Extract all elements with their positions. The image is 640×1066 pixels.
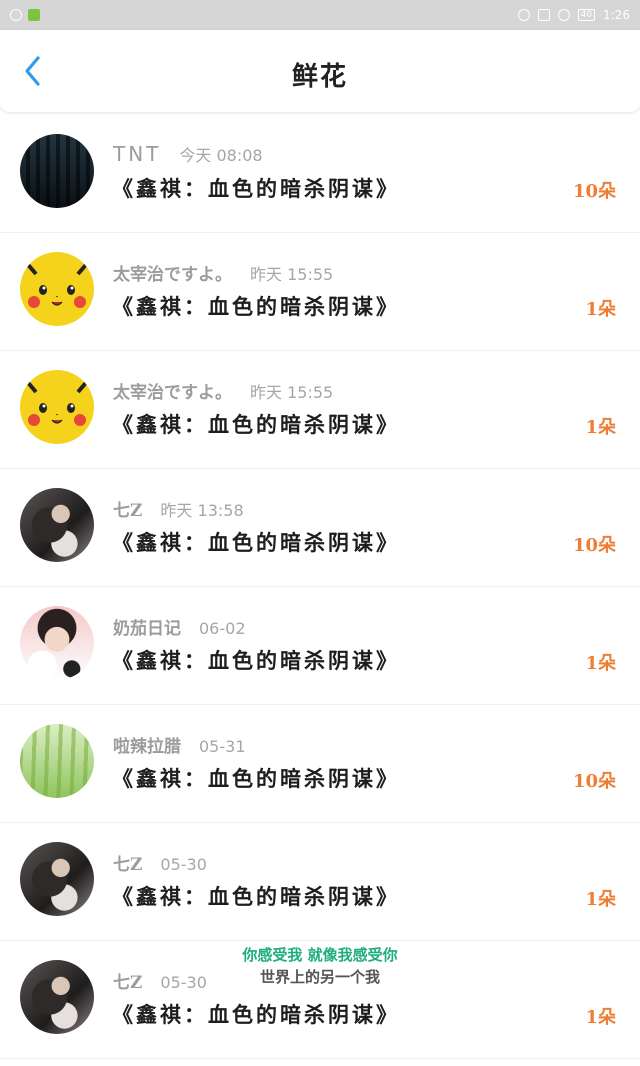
flower-count: 1朵 <box>585 889 616 910</box>
username[interactable]: 太宰治ですよ。 <box>113 260 232 285</box>
flower-count: 10朵 <box>572 535 616 556</box>
name-line: TNT 今天 08:08 <box>113 142 263 166</box>
name-line: 太宰治ですよ。 昨天 15:55 <box>113 260 333 285</box>
book-title: 《鑫祺：血色的暗杀阴谋》 <box>112 648 400 673</box>
username[interactable]: 太宰治ですよ。 <box>113 378 232 403</box>
username[interactable]: 七Z <box>113 850 142 875</box>
avatar[interactable] <box>20 134 94 208</box>
header: 鲜花 <box>0 30 640 112</box>
timestamp: 昨天 13:58 <box>160 501 244 520</box>
name-line: 啦辣拉腊 05-31 <box>113 732 246 757</box>
page-title: 鲜花 <box>291 62 348 92</box>
book-title: 《鑫祺：血色的暗杀阴谋》 <box>112 530 400 555</box>
app-notification-icon <box>28 9 40 21</box>
avatar[interactable] <box>20 488 94 562</box>
vibrate-icon <box>537 9 550 21</box>
list-item[interactable]: 七Z 昨天 13:58 《鑫祺：血色的暗杀阴谋》 10朵 <box>0 469 640 587</box>
username[interactable]: 奶茄日记 <box>113 614 181 639</box>
battery-icon: 40 <box>577 9 596 21</box>
flower-list: TNT 今天 08:08 《鑫祺：血色的暗杀阴谋》 10朵 太宰治ですよ。 昨天 15:5… <box>0 115 640 1059</box>
flower-count: 10朵 <box>572 771 616 792</box>
flower-count: 1朵 <box>585 417 616 438</box>
flower-count: 10朵 <box>572 181 616 202</box>
list-item[interactable]: TNT 今天 08:08 《鑫祺：血色的暗杀阴谋》 10朵 <box>0 115 640 233</box>
avatar[interactable] <box>20 724 94 798</box>
alarm-icon <box>517 9 530 21</box>
name-line: 七Z 05-30 <box>113 850 207 875</box>
book-title: 《鑫祺：血色的暗杀阴谋》 <box>112 884 400 909</box>
username[interactable]: TNT <box>113 142 161 166</box>
book-title: 《鑫祺：血色的暗杀阴谋》 <box>112 176 400 201</box>
list-item[interactable]: 奶茄日记 06-02 《鑫祺：血色的暗杀阴谋》 1朵 <box>0 587 640 705</box>
flower-count: 1朵 <box>585 653 616 674</box>
name-line: 七Z 05-30 <box>113 968 207 993</box>
moon-icon <box>557 9 570 21</box>
book-title: 《鑫祺：血色的暗杀阴谋》 <box>112 412 400 437</box>
name-line: 七Z 昨天 13:58 <box>113 496 244 521</box>
wifi-icon <box>10 9 22 21</box>
list-item[interactable]: 太宰治ですよ。 昨天 15:55 《鑫祺：血色的暗杀阴谋》 1朵 <box>0 351 640 469</box>
status-time: 1:26 <box>603 8 630 22</box>
book-title: 《鑫祺：血色的暗杀阴谋》 <box>112 294 400 319</box>
book-title: 《鑫祺：血色的暗杀阴谋》 <box>112 766 400 791</box>
username[interactable]: 七Z <box>113 968 142 993</box>
avatar[interactable] <box>20 842 94 916</box>
book-title: 《鑫祺：血色的暗杀阴谋》 <box>112 1002 400 1027</box>
list-item[interactable]: 七Z 05-30 《鑫祺：血色的暗杀阴谋》 1朵 <box>0 823 640 941</box>
list-item[interactable]: 太宰治ですよ。 昨天 15:55 《鑫祺：血色的暗杀阴谋》 1朵 <box>0 233 640 351</box>
flower-count: 1朵 <box>585 1007 616 1028</box>
timestamp: 昨天 15:55 <box>250 383 334 402</box>
timestamp: 05-31 <box>199 737 246 756</box>
avatar[interactable] <box>20 252 94 326</box>
avatar[interactable] <box>20 960 94 1034</box>
list-item[interactable]: 七Z 05-30 《鑫祺：血色的暗杀阴谋》 1朵 <box>0 941 640 1059</box>
timestamp: 05-30 <box>160 973 207 992</box>
status-left <box>10 9 40 21</box>
username[interactable]: 七Z <box>113 496 142 521</box>
timestamp: 今天 08:08 <box>179 146 263 165</box>
status-bar: 40 1:26 <box>0 0 640 30</box>
flower-count: 1朵 <box>585 299 616 320</box>
timestamp: 05-30 <box>160 855 207 874</box>
list-item[interactable]: 啦辣拉腊 05-31 《鑫祺：血色的暗杀阴谋》 10朵 <box>0 705 640 823</box>
timestamp: 昨天 15:55 <box>250 265 334 284</box>
timestamp: 06-02 <box>199 619 246 638</box>
name-line: 奶茄日记 06-02 <box>113 614 246 639</box>
name-line: 太宰治ですよ。 昨天 15:55 <box>113 378 333 403</box>
username[interactable]: 啦辣拉腊 <box>113 732 181 757</box>
avatar[interactable] <box>20 606 94 680</box>
status-right: 40 1:26 <box>517 8 630 22</box>
avatar[interactable] <box>20 370 94 444</box>
